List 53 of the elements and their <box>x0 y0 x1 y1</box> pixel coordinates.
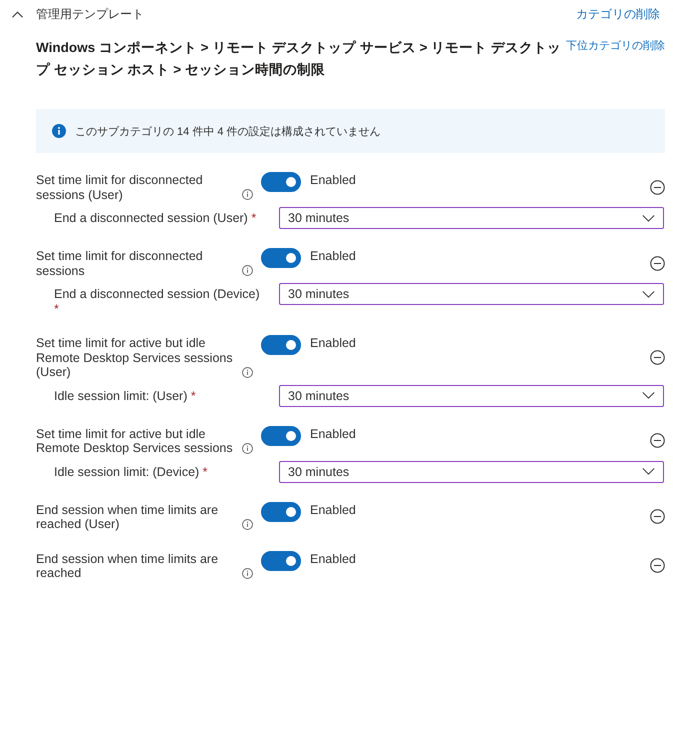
field-label: End a disconnected session (Device) <box>54 287 260 301</box>
setting-label: Set time limit for active but idle Remote Desktop Services sessions (User) <box>36 336 234 380</box>
required-mark: * <box>190 388 196 402</box>
toggle-switch[interactable] <box>261 248 301 268</box>
info-icon[interactable] <box>242 366 253 378</box>
field-label: Idle session limit: (Device) <box>54 464 200 478</box>
chevron-down-icon <box>642 290 655 298</box>
info-icon <box>52 124 66 138</box>
minus-circle-icon[interactable] <box>650 509 665 524</box>
required-mark: * <box>202 464 208 478</box>
toggle-status: Enabled <box>310 248 356 265</box>
toggle-switch[interactable] <box>261 172 301 192</box>
field-label: End a disconnected session (User) <box>54 211 248 225</box>
setting-label: Set time limit for disconnected sessions (User) <box>36 173 204 202</box>
minus-circle-icon[interactable] <box>650 558 665 573</box>
info-icon[interactable] <box>242 442 253 454</box>
chevron-down-icon <box>642 214 655 222</box>
chevron-down-icon <box>642 468 655 475</box>
toggle-status: Enabled <box>310 426 356 442</box>
toggle-switch[interactable] <box>261 335 301 355</box>
dropdown-field[interactable]: 30 minutes <box>279 460 664 482</box>
chevron-down-icon <box>642 392 655 399</box>
info-icon[interactable] <box>242 265 253 276</box>
dropdown-field[interactable]: 30 minutes <box>279 283 664 305</box>
setting-label: Set time limit for disconnected sessions <box>36 249 204 278</box>
dropdown-field[interactable]: 30 minutes <box>279 384 664 406</box>
field-label: Idle session limit: (User) <box>54 388 188 402</box>
info-icon[interactable] <box>242 568 253 578</box>
toggle-status: Enabled <box>310 172 356 189</box>
required-mark: * <box>251 211 256 225</box>
info-message: このサブカテゴリの 14 件中 4 件の設定は構成されていません <box>75 124 381 138</box>
toggle-switch[interactable] <box>261 550 301 570</box>
toggle-switch[interactable] <box>261 502 301 522</box>
setting-label: Set time limit for active but idle Remote Desktop Services sessions <box>36 426 234 456</box>
section-title: 管理用テンプレート <box>36 6 144 22</box>
toggle-status: Enabled <box>310 550 356 568</box>
chevron-icon[interactable] <box>12 11 23 18</box>
required-mark: * <box>54 302 59 316</box>
info-icon[interactable] <box>242 189 253 200</box>
info-icon[interactable] <box>242 518 253 530</box>
category-path: Windows コンポーネント > リモート デスクトップ サービス > リモート デスクトップ セッション ホスト > セッション時間の制限 <box>36 39 562 79</box>
toggle-status: Enabled <box>310 502 356 518</box>
minus-circle-icon[interactable] <box>650 256 665 270</box>
delete-category-link[interactable]: カテゴリの削除 <box>576 6 660 22</box>
delete-subcategory-link[interactable]: 下位カテゴリの削除 <box>566 38 665 53</box>
setting-label: End session when time limits are reached (User) <box>36 502 220 532</box>
minus-circle-icon[interactable] <box>650 350 665 365</box>
setting-label: End session when time limits are reached <box>36 552 220 580</box>
toggle-status: Enabled <box>310 335 356 352</box>
minus-circle-icon[interactable] <box>650 180 665 194</box>
minus-circle-icon[interactable] <box>650 433 665 448</box>
toggle-switch[interactable] <box>261 426 301 446</box>
dropdown-field[interactable]: 30 minutes <box>279 207 664 229</box>
